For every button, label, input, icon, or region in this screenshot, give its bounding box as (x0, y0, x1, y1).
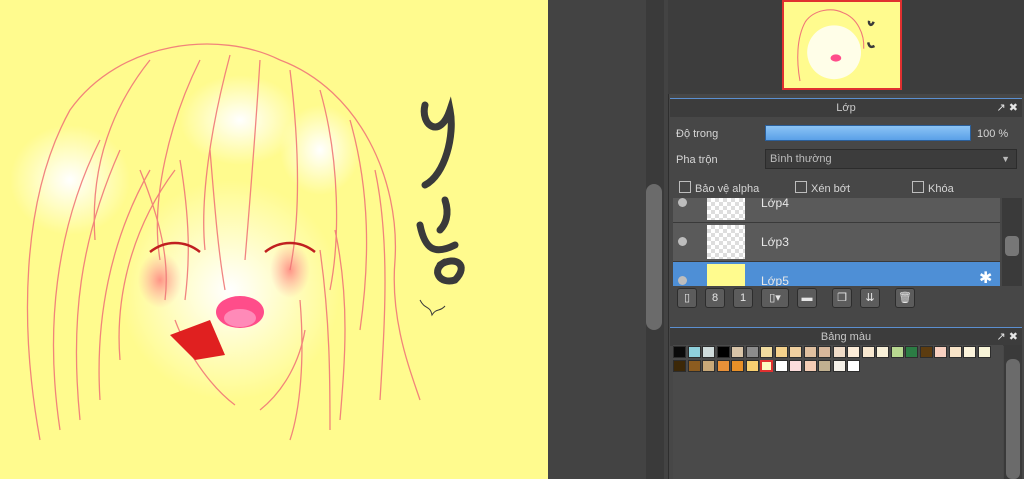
blend-mode-select[interactable]: Bình thường ▼ (765, 149, 1017, 169)
visibility-icon[interactable] (678, 237, 687, 246)
clipping-label: Xén bớt (811, 183, 851, 195)
color-swatch[interactable] (876, 346, 889, 358)
palette-panel-title: Bảng màu (820, 331, 872, 343)
clipping-checkbox[interactable]: Xén bớt (795, 181, 850, 195)
color-swatch[interactable] (934, 346, 947, 358)
close-icon[interactable]: ✖ (1009, 102, 1018, 114)
checkbox-box (679, 181, 691, 193)
color-swatch[interactable] (890, 346, 904, 358)
blend-mode-value: Bình thường (770, 153, 832, 165)
color-swatch[interactable] (861, 346, 875, 358)
lock-checkbox[interactable]: Khóa (912, 181, 954, 195)
trash-icon: 🗑 (898, 292, 912, 304)
layer-thumbnail (707, 264, 745, 286)
color-swatch[interactable] (803, 346, 817, 358)
color-swatch[interactable] (919, 346, 933, 358)
opacity-label: Độ trong (676, 128, 719, 140)
add-layer-menu-icon: ▯▾ (769, 292, 781, 304)
popout-icon[interactable]: ↗ (997, 102, 1006, 114)
delete-layer-button[interactable]: 🗑 (895, 288, 915, 308)
color-swatch[interactable] (818, 360, 831, 372)
color-swatch[interactable] (847, 346, 860, 358)
palette-scrollbar[interactable] (1004, 345, 1022, 479)
chevron-down-icon: ▼ (1001, 154, 1010, 164)
canvas-scroll-thumb[interactable] (646, 184, 662, 330)
checkbox-box (795, 181, 807, 193)
color-swatch[interactable] (687, 346, 701, 358)
navigator-preview (797, 9, 876, 82)
palette-scroll-thumb[interactable] (1006, 359, 1020, 479)
color-swatch[interactable] (716, 346, 730, 358)
color-swatch[interactable] (687, 360, 701, 372)
merge-layer-button[interactable]: ⇊ (860, 288, 880, 308)
protect-alpha-checkbox[interactable]: Bảo vệ alpha (679, 181, 759, 195)
visibility-icon[interactable] (678, 276, 687, 285)
color-swatch[interactable] (731, 360, 744, 372)
layer-name: Lớp3 (761, 235, 789, 249)
color-swatch[interactable] (948, 346, 962, 358)
color-swatch[interactable] (905, 346, 918, 358)
layer-thumbnail (707, 198, 745, 220)
checkbox-box (912, 181, 924, 193)
artwork (10, 43, 465, 441)
color-swatch[interactable] (818, 346, 831, 358)
palette-panel-header: Bảng màu ↗ ✖ (670, 327, 1022, 346)
color-swatch[interactable] (760, 346, 773, 358)
layer-item-4[interactable]: Lớp4 (673, 198, 1000, 223)
color-swatch[interactable] (702, 360, 715, 372)
close-icon[interactable]: ✖ (1009, 331, 1018, 343)
color-swatch[interactable] (789, 360, 802, 372)
color-swatch[interactable] (847, 360, 860, 372)
color-swatch[interactable] (963, 346, 976, 358)
color-swatch[interactable] (774, 360, 788, 372)
layer-panel-header: Lớp ↗ ✖ (670, 98, 1022, 117)
opacity-value: 100 % (977, 128, 1009, 140)
layer-list-scrollbar[interactable] (1002, 198, 1022, 286)
layer-thumbnail (707, 225, 745, 259)
color-swatch[interactable] (716, 360, 730, 372)
gear-icon[interactable]: ✱ (979, 268, 992, 286)
color-swatch[interactable] (745, 360, 759, 372)
new-layer-1bit-icon: 1 (739, 292, 747, 304)
layer-name: Lớp4 (761, 198, 789, 210)
drawing-canvas[interactable] (0, 0, 548, 479)
color-swatch[interactable] (832, 360, 846, 372)
color-swatch[interactable] (832, 346, 846, 358)
blend-label: Pha trộn (676, 154, 718, 166)
folder-icon: ▬ (801, 292, 813, 304)
layer-name: Lớp5 (761, 274, 789, 286)
new-layer-8bit-button[interactable]: 8 (705, 288, 725, 308)
color-swatch[interactable] (673, 346, 686, 358)
color-swatch[interactable] (731, 346, 744, 358)
color-swatch[interactable] (789, 346, 802, 358)
merge-layer-icon: ⇊ (865, 292, 875, 304)
layer-scroll-thumb[interactable] (1005, 236, 1019, 256)
color-swatch[interactable] (760, 360, 773, 372)
layer-item-3[interactable]: Lớp3 (673, 223, 1000, 262)
color-swatch[interactable] (977, 346, 991, 358)
popout-icon[interactable]: ↗ (997, 331, 1006, 343)
new-layer-8bit-icon: 8 (711, 292, 719, 304)
layer-item-5[interactable]: Lớp5 ✱ (673, 262, 1000, 286)
new-layer-icon: ▯ (683, 292, 691, 304)
new-layer-button[interactable]: ▯ (677, 288, 697, 308)
new-layer-1bit-button[interactable]: 1 (733, 288, 753, 308)
color-swatch[interactable] (803, 360, 817, 372)
layer-panel-title: Lớp (836, 102, 856, 114)
duplicate-layer-button[interactable]: ❐ (832, 288, 852, 308)
duplicate-layer-icon: ❐ (837, 292, 847, 304)
color-swatch[interactable] (673, 360, 686, 372)
color-swatch[interactable] (774, 346, 788, 358)
lock-label: Khóa (928, 183, 954, 195)
color-swatch[interactable] (702, 346, 715, 358)
add-layer-menu-button[interactable]: ▯▾ (761, 288, 789, 308)
navigator-thumbnail[interactable] (782, 0, 902, 90)
protect-alpha-label: Bảo vệ alpha (695, 183, 760, 195)
opacity-slider[interactable] (765, 125, 971, 141)
folder-button[interactable]: ▬ (797, 288, 817, 308)
visibility-icon[interactable] (678, 198, 687, 207)
layer-list: Lớp4 Lớp3 Lớp5 ✱ (673, 198, 1000, 286)
color-swatch[interactable] (745, 346, 759, 358)
